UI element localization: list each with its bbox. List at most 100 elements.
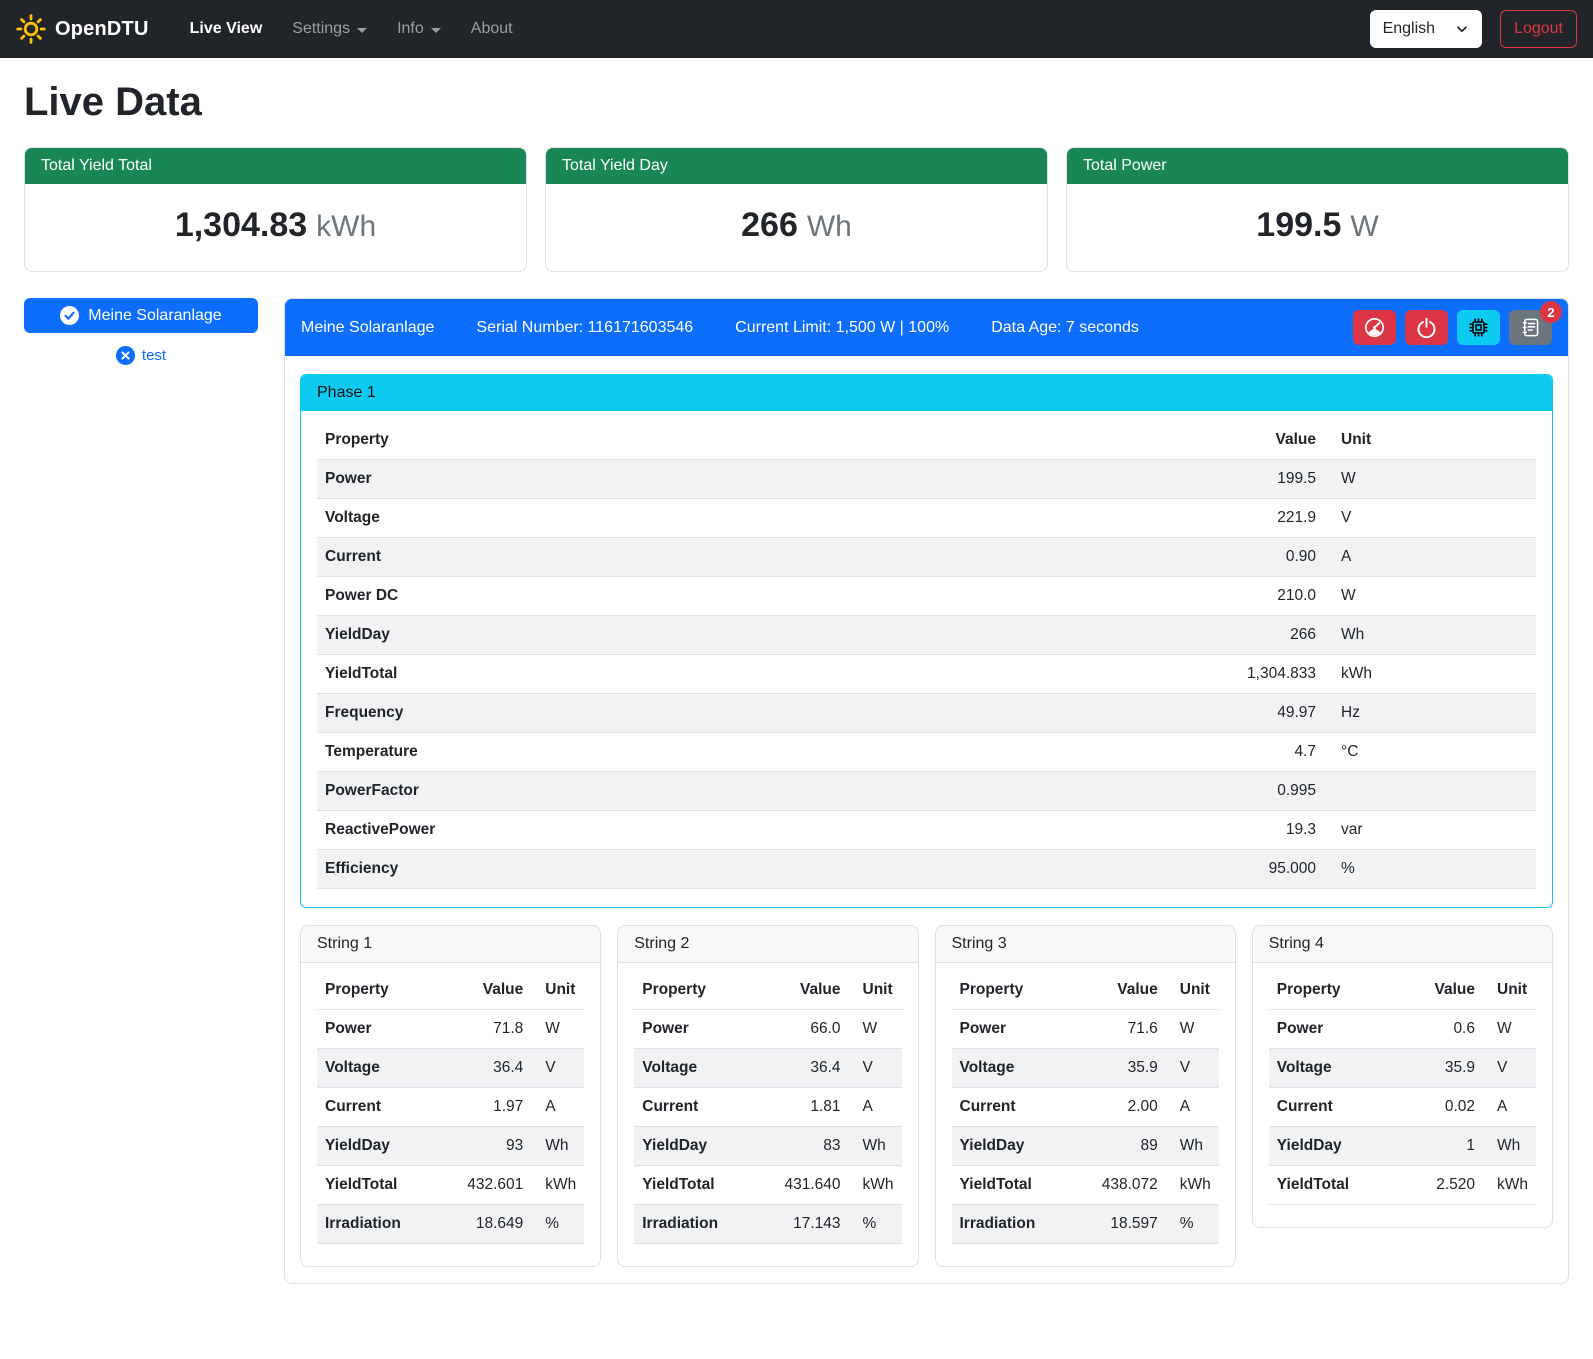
value-cell: 0.995: [1232, 772, 1324, 811]
unit-cell: V: [1483, 1049, 1536, 1088]
unit-cell: A: [849, 1088, 902, 1127]
unit-cell: W: [1324, 460, 1536, 499]
table-row: Current2.00A: [952, 1088, 1219, 1127]
nav-item-settings[interactable]: Settings: [277, 11, 382, 47]
table-row: YieldTotal438.072kWh: [952, 1166, 1219, 1205]
unit-cell: Wh: [1166, 1127, 1219, 1166]
column-header-value: Value: [1411, 971, 1483, 1010]
value-cell: 4.7: [1232, 733, 1324, 772]
card-value: 266: [741, 206, 798, 244]
inverter-data-age: Data Age: 7 seconds: [991, 319, 1139, 337]
x-circle-icon: [116, 346, 135, 365]
total-yield-total-card: Total Yield Total 1,304.83kWh: [24, 147, 527, 272]
table-row: Voltage36.4V: [634, 1049, 901, 1088]
column-header-unit: Unit: [1166, 971, 1219, 1010]
card-title: Total Power: [1067, 148, 1568, 184]
table-row: Current0.02A: [1269, 1088, 1536, 1127]
value-cell: 35.9: [1411, 1049, 1483, 1088]
nav-item-live-view[interactable]: Live View: [175, 11, 278, 47]
value-cell: 0.6: [1411, 1010, 1483, 1049]
unit-cell: °C: [1324, 733, 1536, 772]
value-cell: 19.3: [1232, 811, 1324, 850]
property-cell: Power DC: [317, 577, 1232, 616]
unit-cell: kWh: [1483, 1166, 1536, 1205]
device-info-button[interactable]: [1457, 310, 1500, 345]
table-row: Power DC210.0W: [317, 577, 1536, 616]
property-cell: Voltage: [317, 1049, 459, 1088]
unit-cell: Wh: [1483, 1127, 1536, 1166]
property-cell: YieldDay: [634, 1127, 776, 1166]
nav-item-about[interactable]: About: [456, 11, 528, 47]
summary-cards-row: Total Yield Total 1,304.83kWh Total Yiel…: [24, 147, 1569, 272]
sidebar-item-meine-solaranlage[interactable]: Meine Solaranlage: [24, 298, 258, 333]
string-card-body: Property Value Unit Power66.0WVoltage36.…: [618, 963, 917, 1266]
unit-cell: V: [1324, 499, 1536, 538]
logout-button[interactable]: Logout: [1500, 10, 1577, 48]
property-cell: YieldTotal: [317, 1166, 459, 1205]
value-cell: 49.97: [1232, 694, 1324, 733]
card-body: 199.5W: [1067, 184, 1568, 271]
unit-cell: A: [531, 1088, 584, 1127]
table-row: PowerFactor0.995: [317, 772, 1536, 811]
inverter-serial: Serial Number: 116171603546: [476, 319, 693, 337]
unit-cell: %: [531, 1205, 584, 1244]
string-table: Property Value Unit Power71.8WVoltage36.…: [317, 971, 584, 1244]
string-table: Property Value Unit Power71.6WVoltage35.…: [952, 971, 1219, 1244]
table-row: Current1.97A: [317, 1088, 584, 1127]
event-log-button[interactable]: 2: [1509, 310, 1552, 345]
table-row: Temperature4.7°C: [317, 733, 1536, 772]
column-header-unit: Unit: [1324, 421, 1536, 460]
table-row: YieldTotal431.640kWh: [634, 1166, 901, 1205]
unit-cell: %: [1166, 1205, 1219, 1244]
inverter-meta: Meine Solaranlage Serial Number: 1161716…: [301, 319, 1139, 337]
property-cell: Power: [1269, 1010, 1411, 1049]
card-unit: Wh: [807, 210, 852, 243]
string-card-title: String 3: [936, 926, 1235, 963]
property-cell: Irradiation: [317, 1205, 459, 1244]
unit-cell: var: [1324, 811, 1536, 850]
property-cell: YieldTotal: [1269, 1166, 1411, 1205]
unit-cell: A: [1166, 1088, 1219, 1127]
table-header-row: Property Value Unit: [317, 421, 1536, 460]
brand[interactable]: OpenDTU: [16, 14, 149, 44]
property-cell: YieldDay: [952, 1127, 1094, 1166]
value-cell: 1.97: [459, 1088, 531, 1127]
value-cell: 66.0: [776, 1010, 848, 1049]
unit-cell: W: [1483, 1010, 1536, 1049]
unit-cell: [1324, 772, 1536, 811]
power-button[interactable]: [1405, 310, 1448, 345]
table-row: Power66.0W: [634, 1010, 901, 1049]
table-row: Power71.8W: [317, 1010, 584, 1049]
value-cell: 89: [1094, 1127, 1166, 1166]
table-row: YieldDay89Wh: [952, 1127, 1219, 1166]
card-title: Total Yield Total: [25, 148, 526, 184]
power-icon: [1416, 317, 1437, 338]
value-cell: 95.000: [1232, 850, 1324, 889]
column-header-property: Property: [952, 971, 1094, 1010]
property-cell: Voltage: [317, 499, 1232, 538]
string-table: Property Value Unit Power66.0WVoltage36.…: [634, 971, 901, 1244]
event-count-badge: 2: [1540, 301, 1562, 323]
column-header-property: Property: [1269, 971, 1411, 1010]
property-cell: PowerFactor: [317, 772, 1232, 811]
value-cell: 431.640: [776, 1166, 848, 1205]
property-cell: YieldDay: [1269, 1127, 1411, 1166]
table-row: YieldDay1Wh: [1269, 1127, 1536, 1166]
table-row: Power71.6W: [952, 1010, 1219, 1049]
unit-cell: kWh: [1324, 655, 1536, 694]
sidebar-item-test[interactable]: test: [24, 346, 258, 365]
table-row: Frequency49.97Hz: [317, 694, 1536, 733]
value-cell: 2.520: [1411, 1166, 1483, 1205]
property-cell: YieldTotal: [317, 655, 1232, 694]
value-cell: 93: [459, 1127, 531, 1166]
column-header-unit: Unit: [849, 971, 902, 1010]
table-row: Irradiation18.597%: [952, 1205, 1219, 1244]
inverter-actions: 2: [1353, 310, 1552, 345]
inverter-current-limit: Current Limit: 1,500 W | 100%: [735, 319, 949, 337]
card-body: 266 Wh: [546, 184, 1047, 271]
limit-settings-button[interactable]: [1353, 310, 1396, 345]
value-cell: 71.6: [1094, 1010, 1166, 1049]
property-cell: Current: [1269, 1088, 1411, 1127]
nav-item-info[interactable]: Info: [382, 11, 456, 47]
language-select[interactable]: English: [1370, 10, 1482, 48]
